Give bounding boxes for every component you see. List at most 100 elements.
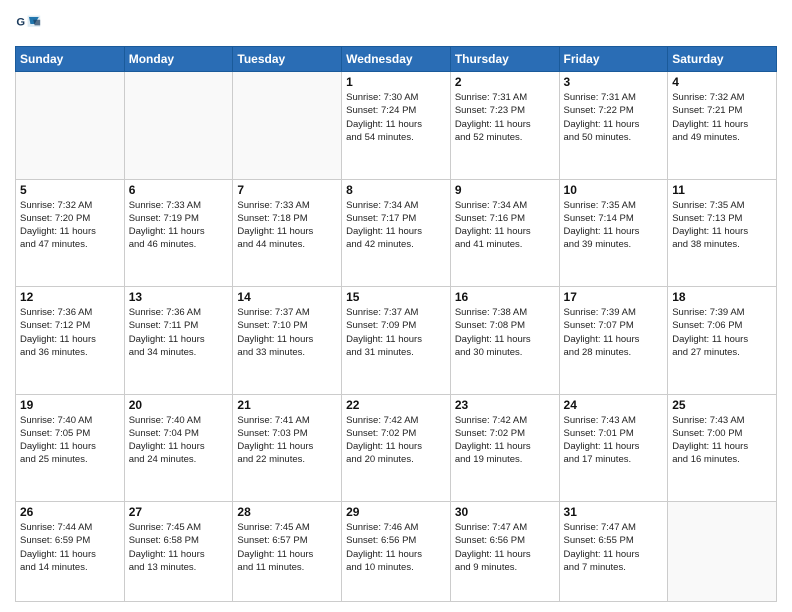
weekday-friday: Friday xyxy=(559,47,668,72)
day-number: 22 xyxy=(346,398,446,412)
calendar-cell: 18 Sunrise: 7:39 AM Sunset: 7:06 PM Dayli… xyxy=(668,287,777,395)
calendar-cell: 21 Sunrise: 7:41 AM Sunset: 7:03 PM Dayli… xyxy=(233,394,342,502)
day-number: 1 xyxy=(346,75,446,89)
day-number: 30 xyxy=(455,505,555,519)
calendar-cell: 1Sunrise: 7:30 AM Sunset: 7:24 PM Daylig… xyxy=(342,72,451,180)
calendar-cell: 25Sunrise: 7:43 AM Sunset: 7:00 PM Dayli… xyxy=(668,394,777,502)
day-info: Sunrise: 7:41 AM Sunset: 7:03 PM Dayligh… xyxy=(237,414,337,467)
logo: G xyxy=(15,10,47,38)
calendar-cell: 9 Sunrise: 7:34 AM Sunset: 7:16 PM Daylig… xyxy=(450,179,559,287)
calendar-cell: 15 Sunrise: 7:37 AM Sunset: 7:09 PM Dayli… xyxy=(342,287,451,395)
week-row-4: 19 Sunrise: 7:40 AM Sunset: 7:05 PM Dayli… xyxy=(16,394,777,502)
day-info: Sunrise: 7:34 AM Sunset: 7:16 PM Dayligh… xyxy=(455,199,555,252)
day-info: Sunrise: 7:36 AM Sunset: 7:12 PM Dayligh… xyxy=(20,306,120,359)
calendar-cell: 14Sunrise: 7:37 AM Sunset: 7:10 PM Dayli… xyxy=(233,287,342,395)
weekday-thursday: Thursday xyxy=(450,47,559,72)
day-info: Sunrise: 7:42 AM Sunset: 7:02 PM Dayligh… xyxy=(455,414,555,467)
day-number: 8 xyxy=(346,183,446,197)
day-number: 28 xyxy=(237,505,337,519)
calendar-cell xyxy=(668,502,777,602)
calendar-cell: 3 Sunrise: 7:31 AM Sunset: 7:22 PM Daylig… xyxy=(559,72,668,180)
day-number: 25 xyxy=(672,398,772,412)
calendar-cell: 29 Sunrise: 7:46 AM Sunset: 6:56 PM Dayli… xyxy=(342,502,451,602)
calendar-cell: 8 Sunrise: 7:34 AM Sunset: 7:17 PM Daylig… xyxy=(342,179,451,287)
weekday-monday: Monday xyxy=(124,47,233,72)
calendar-cell xyxy=(233,72,342,180)
svg-text:G: G xyxy=(16,16,25,28)
day-number: 3 xyxy=(564,75,664,89)
day-number: 26 xyxy=(20,505,120,519)
day-number: 6 xyxy=(129,183,229,197)
week-row-3: 12 Sunrise: 7:36 AM Sunset: 7:12 PM Dayli… xyxy=(16,287,777,395)
day-number: 11 xyxy=(672,183,772,197)
day-number: 19 xyxy=(20,398,120,412)
calendar-cell: 30 Sunrise: 7:47 AM Sunset: 6:56 PM Dayli… xyxy=(450,502,559,602)
weekday-tuesday: Tuesday xyxy=(233,47,342,72)
day-info: Sunrise: 7:45 AM Sunset: 6:58 PM Dayligh… xyxy=(129,521,229,574)
week-row-1: 1Sunrise: 7:30 AM Sunset: 7:24 PM Daylig… xyxy=(16,72,777,180)
weekday-sunday: Sunday xyxy=(16,47,125,72)
day-number: 16 xyxy=(455,290,555,304)
day-number: 23 xyxy=(455,398,555,412)
day-number: 18 xyxy=(672,290,772,304)
day-info: Sunrise: 7:33 AM Sunset: 7:19 PM Dayligh… xyxy=(129,199,229,252)
day-number: 13 xyxy=(129,290,229,304)
day-number: 15 xyxy=(346,290,446,304)
calendar-cell: 6 Sunrise: 7:33 AM Sunset: 7:19 PM Daylig… xyxy=(124,179,233,287)
day-number: 2 xyxy=(455,75,555,89)
calendar-cell: 31 Sunrise: 7:47 AM Sunset: 6:55 PM Dayli… xyxy=(559,502,668,602)
calendar-cell: 28Sunrise: 7:45 AM Sunset: 6:57 PM Dayli… xyxy=(233,502,342,602)
day-info: Sunrise: 7:47 AM Sunset: 6:56 PM Dayligh… xyxy=(455,521,555,574)
day-number: 5 xyxy=(20,183,120,197)
weekday-saturday: Saturday xyxy=(668,47,777,72)
day-info: Sunrise: 7:38 AM Sunset: 7:08 PM Dayligh… xyxy=(455,306,555,359)
day-number: 31 xyxy=(564,505,664,519)
calendar-cell: 10 Sunrise: 7:35 AM Sunset: 7:14 PM Dayli… xyxy=(559,179,668,287)
day-info: Sunrise: 7:43 AM Sunset: 7:01 PM Dayligh… xyxy=(564,414,664,467)
day-info: Sunrise: 7:37 AM Sunset: 7:09 PM Dayligh… xyxy=(346,306,446,359)
calendar-cell xyxy=(16,72,125,180)
day-info: Sunrise: 7:35 AM Sunset: 7:14 PM Dayligh… xyxy=(564,199,664,252)
day-number: 7 xyxy=(237,183,337,197)
calendar-cell: 24 Sunrise: 7:43 AM Sunset: 7:01 PM Dayli… xyxy=(559,394,668,502)
day-number: 29 xyxy=(346,505,446,519)
calendar-cell xyxy=(124,72,233,180)
calendar-cell: 27Sunrise: 7:45 AM Sunset: 6:58 PM Dayli… xyxy=(124,502,233,602)
day-number: 21 xyxy=(237,398,337,412)
day-info: Sunrise: 7:32 AM Sunset: 7:21 PM Dayligh… xyxy=(672,91,772,144)
day-info: Sunrise: 7:42 AM Sunset: 7:02 PM Dayligh… xyxy=(346,414,446,467)
calendar: SundayMondayTuesdayWednesdayThursdayFrid… xyxy=(15,46,777,602)
day-info: Sunrise: 7:32 AM Sunset: 7:20 PM Dayligh… xyxy=(20,199,120,252)
day-number: 9 xyxy=(455,183,555,197)
calendar-cell: 7 Sunrise: 7:33 AM Sunset: 7:18 PM Daylig… xyxy=(233,179,342,287)
week-row-2: 5 Sunrise: 7:32 AM Sunset: 7:20 PM Daylig… xyxy=(16,179,777,287)
day-info: Sunrise: 7:47 AM Sunset: 6:55 PM Dayligh… xyxy=(564,521,664,574)
weekday-header-row: SundayMondayTuesdayWednesdayThursdayFrid… xyxy=(16,47,777,72)
day-info: Sunrise: 7:46 AM Sunset: 6:56 PM Dayligh… xyxy=(346,521,446,574)
day-info: Sunrise: 7:40 AM Sunset: 7:05 PM Dayligh… xyxy=(20,414,120,467)
day-info: Sunrise: 7:33 AM Sunset: 7:18 PM Dayligh… xyxy=(237,199,337,252)
day-info: Sunrise: 7:44 AM Sunset: 6:59 PM Dayligh… xyxy=(20,521,120,574)
calendar-cell: 26 Sunrise: 7:44 AM Sunset: 6:59 PM Dayli… xyxy=(16,502,125,602)
calendar-cell: 16 Sunrise: 7:38 AM Sunset: 7:08 PM Dayli… xyxy=(450,287,559,395)
day-number: 24 xyxy=(564,398,664,412)
calendar-cell: 23 Sunrise: 7:42 AM Sunset: 7:02 PM Dayli… xyxy=(450,394,559,502)
page-header: G xyxy=(15,10,777,38)
calendar-cell: 11Sunrise: 7:35 AM Sunset: 7:13 PM Dayli… xyxy=(668,179,777,287)
day-number: 10 xyxy=(564,183,664,197)
calendar-cell: 5 Sunrise: 7:32 AM Sunset: 7:20 PM Daylig… xyxy=(16,179,125,287)
day-number: 4 xyxy=(672,75,772,89)
calendar-cell: 19 Sunrise: 7:40 AM Sunset: 7:05 PM Dayli… xyxy=(16,394,125,502)
day-number: 14 xyxy=(237,290,337,304)
week-row-5: 26 Sunrise: 7:44 AM Sunset: 6:59 PM Dayli… xyxy=(16,502,777,602)
calendar-cell: 17Sunrise: 7:39 AM Sunset: 7:07 PM Dayli… xyxy=(559,287,668,395)
day-info: Sunrise: 7:34 AM Sunset: 7:17 PM Dayligh… xyxy=(346,199,446,252)
calendar-cell: 2 Sunrise: 7:31 AM Sunset: 7:23 PM Daylig… xyxy=(450,72,559,180)
day-info: Sunrise: 7:31 AM Sunset: 7:23 PM Dayligh… xyxy=(455,91,555,144)
day-number: 17 xyxy=(564,290,664,304)
day-info: Sunrise: 7:40 AM Sunset: 7:04 PM Dayligh… xyxy=(129,414,229,467)
day-number: 12 xyxy=(20,290,120,304)
calendar-cell: 4 Sunrise: 7:32 AM Sunset: 7:21 PM Daylig… xyxy=(668,72,777,180)
day-info: Sunrise: 7:31 AM Sunset: 7:22 PM Dayligh… xyxy=(564,91,664,144)
day-info: Sunrise: 7:39 AM Sunset: 7:06 PM Dayligh… xyxy=(672,306,772,359)
